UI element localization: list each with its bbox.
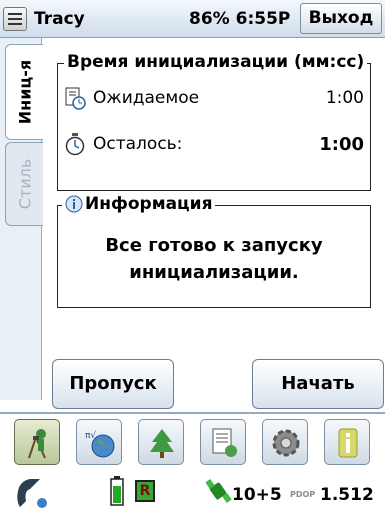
side-tab-bar: Иниц-я Стиль [0, 38, 43, 400]
globe-icon: π√ [85, 430, 115, 458]
battery-time: 86% 6:55P [189, 9, 291, 29]
init-time-group: Время инициализации (мм:сс) Ожидаемое 1:… [57, 52, 371, 191]
notes-icon [212, 428, 237, 457]
tree-button[interactable] [138, 419, 184, 465]
info-message-line1: Все готово к запуску [105, 235, 323, 256]
pdop-value: 1.512 [320, 485, 374, 505]
info-circle-icon [65, 195, 83, 213]
tab-init-label: Иниц-я [15, 59, 34, 125]
exit-button[interactable]: Выход [300, 3, 382, 34]
receiver-badge: R [135, 480, 155, 502]
status-bar: R 10+5 PDOP 1.512 [0, 470, 385, 516]
tab-init[interactable]: Иниц-я [5, 44, 43, 140]
survey-button[interactable] [14, 419, 60, 465]
user-name: Tracy [34, 9, 85, 29]
settings-button[interactable] [262, 419, 308, 465]
skip-button[interactable]: Пропуск [52, 359, 174, 409]
gear-icon [272, 429, 300, 457]
start-button[interactable]: Начать [252, 359, 384, 409]
satellite-count: 10+5 [232, 485, 282, 505]
info-icon [338, 428, 358, 458]
remaining-row: Осталось: 1:00 [63, 130, 364, 158]
info-legend-label: Информация [85, 194, 213, 214]
help-button[interactable] [324, 419, 370, 465]
svg-text:π√: π√ [85, 430, 96, 441]
battery-icon [110, 476, 124, 506]
info-message-line2: инициализации. [129, 262, 299, 283]
info-legend: Информация [62, 194, 216, 214]
app-bar: π√ [0, 414, 385, 470]
expected-label: Ожидаемое [93, 88, 200, 108]
notes-button[interactable] [200, 419, 246, 465]
satellite-icon[interactable] [206, 478, 232, 506]
receiver-icon[interactable] [16, 477, 50, 509]
info-group: Информация Все готово к запуску инициали… [57, 194, 371, 308]
expected-row: Ожидаемое 1:00 [63, 84, 364, 112]
start-menu-icon[interactable] [3, 7, 27, 31]
tab-style-label: Стиль [15, 158, 34, 210]
survey-icon [28, 429, 46, 459]
expected-value: 1:00 [325, 88, 364, 108]
remaining-value: 1:00 [319, 134, 364, 155]
stopwatch-icon [63, 132, 87, 161]
init-time-legend: Время инициализации (мм:сс) [64, 52, 368, 72]
pdop-label: PDOP [290, 490, 316, 499]
info-message: Все готово к запуску инициализации. [58, 232, 370, 286]
tree-icon [150, 429, 174, 458]
title-bar: Tracy 86% 6:55P Выход [0, 0, 385, 38]
tab-style[interactable]: Стиль [5, 142, 43, 226]
document-clock-icon [63, 86, 87, 115]
remaining-label: Осталось: [93, 134, 183, 154]
globe-button[interactable]: π√ [76, 419, 122, 465]
